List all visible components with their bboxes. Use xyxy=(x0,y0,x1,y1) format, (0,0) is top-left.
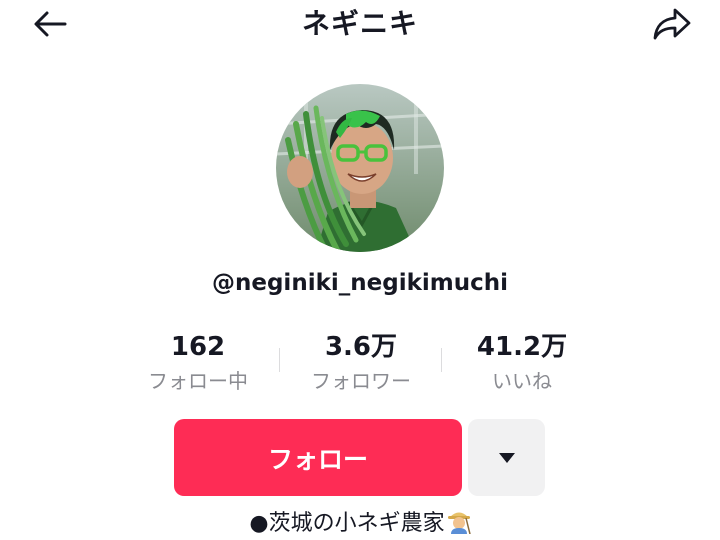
profile-stats: 162 フォロー中 3.6万 フォロワー 41.2万 いいね xyxy=(0,330,720,400)
followers-label: フォロワー xyxy=(311,369,411,393)
stat-following[interactable]: 162 フォロー中 xyxy=(118,330,278,396)
stat-likes[interactable]: 41.2万 いいね xyxy=(442,330,602,396)
share-arrow-icon xyxy=(653,8,691,40)
caret-down-icon xyxy=(498,452,515,463)
more-options-button[interactable] xyxy=(468,419,545,496)
avatar[interactable] xyxy=(276,84,444,252)
stat-followers[interactable]: 3.6万 フォロワー xyxy=(281,330,441,396)
username-handle: @neginiki_negikimuchi xyxy=(212,270,508,296)
farmer-emoji-icon xyxy=(447,508,471,540)
bio-text: ●茨城の小ネギ農家 xyxy=(249,511,445,536)
followers-count: 3.6万 xyxy=(324,332,398,362)
share-button[interactable] xyxy=(650,6,694,42)
top-bar: ネギニキ xyxy=(0,0,720,52)
following-label: フォロー中 xyxy=(148,369,248,393)
avatar-photo xyxy=(276,84,444,252)
likes-count: 41.2万 xyxy=(476,332,568,362)
stat-divider xyxy=(279,348,280,372)
page-title: ネギニキ xyxy=(301,7,418,40)
profile-bio: ●茨城の小ネギ農家 xyxy=(0,508,720,540)
follow-button[interactable]: フォロー xyxy=(174,419,462,496)
likes-label: いいね xyxy=(492,369,552,393)
profile-screen: ネギニキ @neginiki_negikimuchi 162 フォロー中 3.6… xyxy=(0,0,720,540)
following-count: 162 xyxy=(170,332,226,362)
